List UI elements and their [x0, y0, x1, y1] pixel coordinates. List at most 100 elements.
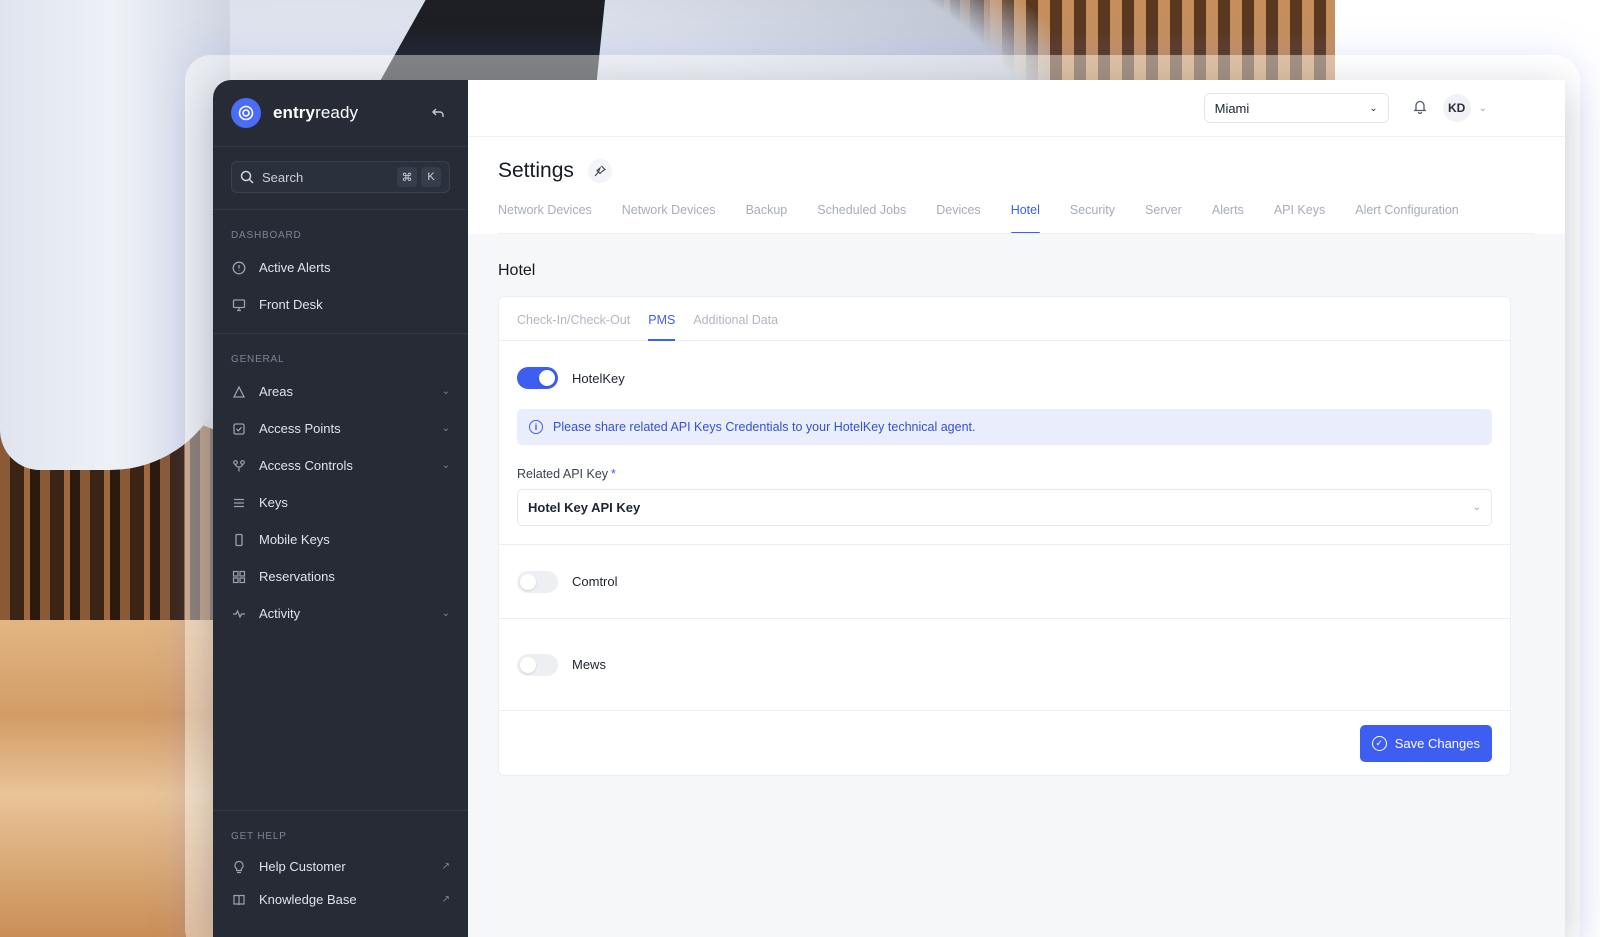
areas-icon	[231, 384, 247, 400]
tab-server[interactable]: Server	[1145, 203, 1182, 233]
related-api-key-label: Related API Key *	[517, 467, 1492, 481]
avatar[interactable]: KD	[1442, 94, 1471, 122]
bell-icon[interactable]	[1411, 99, 1429, 117]
mews-row: Mews	[499, 619, 1510, 711]
chevron-down-icon: ⌄	[1369, 102, 1378, 114]
brand-name-bold: entry	[273, 103, 316, 122]
sidebar-item-front-desk[interactable]: Front Desk	[231, 286, 450, 323]
main-panel: Miami ⌄ KD ⌄ Settings Network Devices Ne…	[468, 80, 1565, 937]
sidebar-item-access-controls[interactable]: Access Controls ⌄	[231, 447, 450, 484]
comtrol-row: Comtrol	[499, 545, 1510, 619]
hotelkey-row: HotelKey	[517, 363, 1492, 393]
kbd-k: K	[421, 167, 441, 187]
tab-devices[interactable]: Devices	[936, 203, 980, 233]
monitor-icon	[231, 297, 247, 313]
chevron-down-icon[interactable]: ⌄	[442, 386, 450, 397]
comtrol-toggle[interactable]	[517, 570, 558, 593]
subtab-pms[interactable]: PMS	[648, 297, 676, 341]
check-circle-icon: ✓	[1371, 735, 1387, 751]
save-changes-button[interactable]: ✓ Save Changes	[1359, 724, 1492, 762]
title-row: Settings	[498, 159, 1535, 183]
sidebar-item-mobile-keys[interactable]: Mobile Keys	[231, 521, 450, 558]
help-section-label: GET HELP	[231, 831, 287, 842]
chevron-down-icon[interactable]: ⌄	[442, 608, 450, 619]
topbar: Miami ⌄ KD ⌄	[468, 80, 1565, 137]
tab-network-devices[interactable]: Network Devices	[498, 203, 592, 233]
chevron-down-icon[interactable]: ⌄	[1479, 103, 1487, 114]
sidebar-item-areas[interactable]: Areas ⌄	[231, 373, 450, 410]
chevron-down-icon[interactable]: ⌄	[442, 423, 450, 434]
sidebar-item-label: Activity	[259, 606, 301, 621]
brand-name: entryready	[273, 103, 358, 123]
tab-network-devices-2[interactable]: Network Devices	[622, 203, 716, 233]
info-text: Please share related API Keys Credential…	[553, 420, 976, 434]
mobile-icon	[231, 532, 247, 548]
dashboard-section: DASHBOARD Active Alerts Front Desk	[213, 210, 468, 334]
brand-name-regular: ready	[315, 103, 359, 122]
sidebar-item-label: Access Controls	[259, 458, 353, 473]
settings-content: Hotel Check-In/Check-Out PMS Additional …	[468, 234, 1565, 937]
search-placeholder: Search	[262, 169, 304, 185]
sidebar-item-label: Keys	[259, 495, 288, 510]
field-label-text: Related API Key	[517, 467, 609, 481]
hotelkey-block: HotelKey i Please share related API Keys…	[499, 341, 1510, 545]
sidebar: entryready Search ⌘ K DASHBOARD Active A…	[213, 80, 468, 937]
subtab-check-in-check-out[interactable]: Check-In/Check-Out	[517, 297, 630, 340]
sidebar-item-label: Front Desk	[259, 297, 323, 312]
sidebar-item-label: Active Alerts	[259, 260, 331, 275]
brand: entryready	[213, 80, 468, 147]
hotelkey-toggle[interactable]	[517, 367, 558, 389]
tab-alerts[interactable]: Alerts	[1212, 203, 1244, 233]
dashboard-section-label: DASHBOARD	[231, 230, 302, 241]
sidebar-item-label: Reservations	[259, 569, 335, 584]
info-alert: i Please share related API Keys Credenti…	[517, 409, 1492, 445]
sidebar-item-label: Mobile Keys	[259, 532, 330, 547]
grid-icon	[231, 569, 247, 585]
kbd-command: ⌘	[397, 167, 417, 187]
sidebar-item-access-points[interactable]: Access Points ⌄	[231, 410, 450, 447]
access-control-icon	[231, 458, 247, 474]
general-section-label: GENERAL	[231, 354, 285, 365]
toggle-knob	[539, 370, 555, 386]
sidebar-item-keys[interactable]: Keys	[231, 484, 450, 521]
sidebar-item-reservations[interactable]: Reservations	[231, 558, 450, 595]
general-section: GENERAL Areas ⌄ Access Points ⌄ Access C…	[213, 334, 468, 642]
select-value: Hotel Key API Key	[528, 500, 641, 515]
chevron-down-icon: ⌄	[1472, 502, 1481, 513]
card-footer: ✓ Save Changes	[499, 711, 1510, 775]
keys-icon	[231, 495, 247, 511]
external-link-icon[interactable]: ↗	[442, 861, 450, 872]
tab-backup[interactable]: Backup	[746, 203, 788, 233]
tab-alert-configuration[interactable]: Alert Configuration	[1355, 203, 1459, 233]
settings-tabs: Network Devices Network Devices Backup S…	[498, 203, 1535, 234]
collapse-sidebar-icon[interactable]	[426, 101, 450, 125]
access-point-icon	[231, 421, 247, 437]
location-select[interactable]: Miami ⌄	[1203, 93, 1389, 123]
external-link-icon[interactable]: ↗	[442, 894, 450, 905]
mews-label: Mews	[572, 657, 606, 672]
sidebar-item-active-alerts[interactable]: Active Alerts	[231, 249, 450, 286]
hotel-subtabs: Check-In/Check-Out PMS Additional Data	[499, 297, 1510, 341]
alert-circle-icon	[231, 260, 247, 276]
page-title: Settings	[498, 159, 574, 182]
tab-api-keys[interactable]: API Keys	[1274, 203, 1325, 233]
search-input[interactable]: Search ⌘ K	[231, 161, 450, 193]
mews-toggle[interactable]	[517, 653, 558, 676]
save-changes-label: Save Changes	[1394, 735, 1480, 751]
sidebar-item-knowledge-base[interactable]: Knowledge Base ↗	[231, 883, 450, 916]
related-api-key-select[interactable]: Hotel Key API Key ⌄	[517, 489, 1492, 526]
tab-hotel[interactable]: Hotel	[1010, 203, 1041, 233]
toggle-knob	[520, 656, 536, 673]
hotel-card: Check-In/Check-Out PMS Additional Data H…	[498, 296, 1511, 776]
sidebar-item-activity[interactable]: Activity ⌄	[231, 595, 450, 632]
subtab-additional-data[interactable]: Additional Data	[693, 297, 778, 340]
tab-security[interactable]: Security	[1070, 203, 1115, 233]
chevron-down-icon[interactable]: ⌄	[442, 460, 450, 471]
help-section: GET HELP Help Customer ↗ Knowledge Base …	[213, 810, 468, 916]
tab-scheduled-jobs[interactable]: Scheduled Jobs	[817, 203, 906, 233]
comtrol-label: Comtrol	[572, 574, 618, 589]
search-icon	[240, 170, 254, 184]
pin-icon[interactable]	[587, 159, 612, 183]
sidebar-item-help-customer[interactable]: Help Customer ↗	[231, 850, 450, 883]
sidebar-item-label: Areas	[259, 384, 293, 399]
